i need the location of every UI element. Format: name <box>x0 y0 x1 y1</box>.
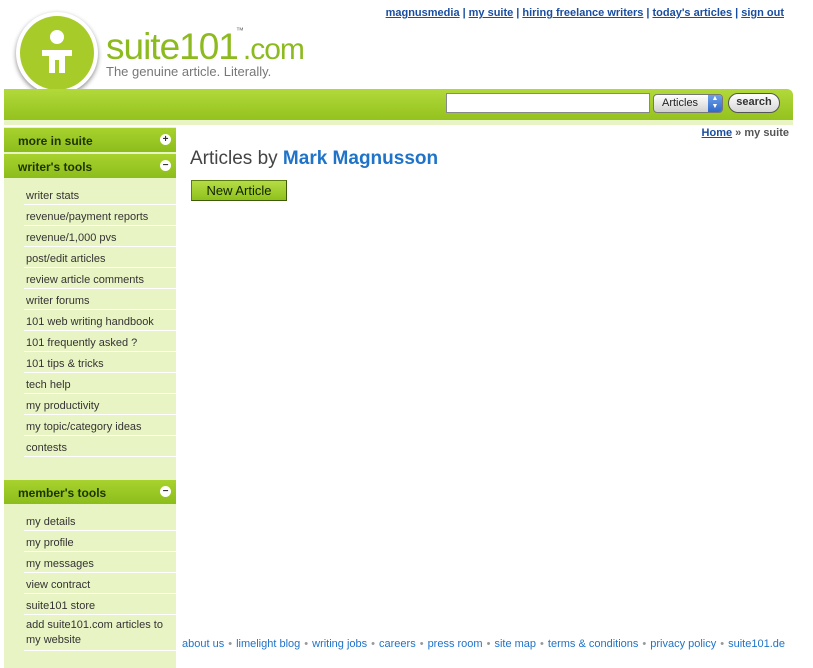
logo-tagline: The genuine article. Literally. <box>106 64 272 79</box>
footer-link-writing-jobs[interactable]: writing jobs <box>312 638 367 650</box>
footer-separator: • <box>371 638 376 650</box>
page-title-prefix: Articles by <box>190 148 278 169</box>
logo-name: suite101 <box>106 26 239 67</box>
sidebar-item-writer-stats[interactable]: writer stats <box>24 184 176 205</box>
sidebar-item-add-articles-to-website[interactable]: add suite101.com articles to my website <box>24 615 176 651</box>
breadcrumb-separator: » <box>735 127 742 139</box>
footer-link-about-us[interactable]: about us <box>182 638 224 650</box>
sidebar-item-writer-forums[interactable]: writer forums <box>24 289 176 310</box>
sidebar-section-label: more in suite <box>18 134 93 148</box>
sidebar-section-members-tools[interactable]: member's tools − <box>4 480 176 504</box>
footer-separator: • <box>642 638 647 650</box>
nav-sign-out[interactable]: sign out <box>741 7 784 19</box>
sidebar-item-contests[interactable]: contests <box>24 436 176 457</box>
sidebar-section-writers-tools[interactable]: writer's tools − <box>4 154 176 178</box>
logo-wordmark[interactable]: suite101™.com <box>106 26 305 68</box>
breadcrumb-home[interactable]: Home <box>702 127 733 139</box>
footer-link-terms-conditions[interactable]: terms & conditions <box>548 638 638 650</box>
nav-separator: | <box>462 7 466 19</box>
new-article-button[interactable]: New Article <box>191 180 287 201</box>
footer-link-limelight-blog[interactable]: limelight blog <box>236 638 300 650</box>
logo-figure-icon <box>20 16 94 90</box>
search-scope-value: Articles <box>662 97 699 109</box>
sidebar-item-my-productivity[interactable]: my productivity <box>24 394 176 415</box>
sidebar-item-my-details[interactable]: my details <box>24 510 176 531</box>
writers-tools-list: writer stats revenue/payment reports rev… <box>24 184 176 457</box>
footer-separator: • <box>486 638 491 650</box>
nav-separator: | <box>516 7 520 19</box>
sidebar-item-my-profile[interactable]: my profile <box>24 531 176 552</box>
footer-separator: • <box>720 638 725 650</box>
collapse-minus-icon[interactable]: − <box>160 160 171 171</box>
page-title: Articles by Mark Magnusson <box>190 148 438 170</box>
logo-tm: ™ <box>235 26 244 35</box>
sidebar-item-tips-and-tricks[interactable]: 101 tips & tricks <box>24 352 176 373</box>
sidebar: more in suite + writer's tools − writer … <box>4 127 176 668</box>
nav-hiring-freelance-writers[interactable]: hiring freelance writers <box>522 7 643 19</box>
nav-separator: | <box>735 7 739 19</box>
footer-link-privacy-policy[interactable]: privacy policy <box>650 638 716 650</box>
search-input[interactable] <box>446 93 650 113</box>
sidebar-item-revenue-per-1000-pvs[interactable]: revenue/1,000 pvs <box>24 226 176 247</box>
nav-my-suite[interactable]: my suite <box>469 7 514 19</box>
author-name[interactable]: Mark Magnusson <box>283 148 438 169</box>
sidebar-item-tech-help[interactable]: tech help <box>24 373 176 394</box>
sidebar-item-view-contract[interactable]: view contract <box>24 573 176 594</box>
footer-links: about us • limelight blog • writing jobs • car… <box>182 638 785 650</box>
footer-separator: • <box>304 638 309 650</box>
sidebar-section-more-in-suite[interactable]: more in suite + <box>4 128 176 152</box>
footer-separator: • <box>228 638 233 650</box>
sidebar-item-post-edit-articles[interactable]: post/edit articles <box>24 247 176 268</box>
sidebar-section-label: member's tools <box>18 486 107 500</box>
footer-link-press-room[interactable]: press room <box>428 638 483 650</box>
footer-link-suite101-de[interactable]: suite101.de <box>728 638 785 650</box>
collapse-minus-icon[interactable]: − <box>160 486 171 497</box>
select-arrows-icon: ▲ ▼ <box>708 95 722 112</box>
footer-separator: • <box>419 638 424 650</box>
members-tools-list: my details my profile my messages view c… <box>24 510 176 651</box>
top-nav: magnusmedia | my suite | hiring freelance wr… <box>386 7 784 19</box>
nav-separator: | <box>646 7 650 19</box>
search-scope-select[interactable]: Articles ▲ ▼ <box>653 94 723 113</box>
breadcrumb: Home » my suite <box>702 127 789 139</box>
sidebar-item-suite101-store[interactable]: suite101 store <box>24 594 176 615</box>
nav-magnusmedia[interactable]: magnusmedia <box>386 7 460 19</box>
sidebar-section-label: writer's tools <box>18 160 93 174</box>
sidebar-item-frequently-asked[interactable]: 101 frequently asked ? <box>24 331 176 352</box>
expand-plus-icon[interactable]: + <box>160 134 171 145</box>
footer-separator: • <box>540 638 544 650</box>
nav-todays-articles[interactable]: today's articles <box>652 7 732 19</box>
logo-icon[interactable] <box>16 12 98 94</box>
sidebar-item-my-messages[interactable]: my messages <box>24 552 176 573</box>
search-button[interactable]: search <box>728 93 780 113</box>
header-bar-shadow <box>4 120 793 125</box>
sidebar-item-topic-category-ideas[interactable]: my topic/category ideas <box>24 415 176 436</box>
logo-domain: .com <box>242 33 305 66</box>
footer-link-site-map[interactable]: site map <box>494 638 536 650</box>
sidebar-item-revenue-payment-reports[interactable]: revenue/payment reports <box>24 205 176 226</box>
sidebar-item-web-writing-handbook[interactable]: 101 web writing handbook <box>24 310 176 331</box>
breadcrumb-current: my suite <box>744 127 789 139</box>
sidebar-item-review-article-comments[interactable]: review article comments <box>24 268 176 289</box>
footer-link-careers[interactable]: careers <box>379 638 416 650</box>
